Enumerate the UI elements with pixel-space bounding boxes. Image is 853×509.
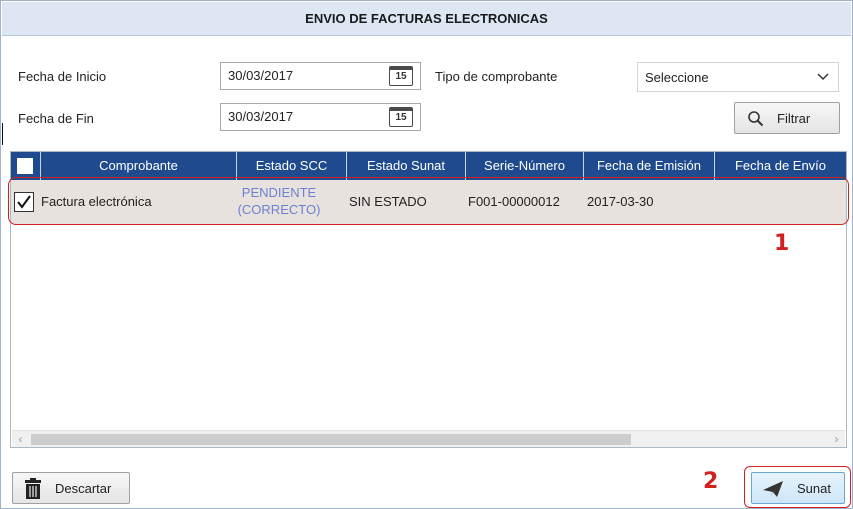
window-title: ENVIO DE FACTURAS ELECTRONICAS: [305, 11, 548, 26]
chevron-down-icon: [817, 73, 829, 81]
filter-button-label: Filtrar: [777, 111, 811, 126]
start-date-field[interactable]: 30/03/2017 15: [220, 62, 421, 90]
calendar-icon[interactable]: 15: [389, 107, 413, 127]
header-select-cell: [11, 152, 41, 180]
discard-button[interactable]: Descartar: [12, 472, 130, 504]
column-header-fecha-emision[interactable]: Fecha de Emisión: [584, 152, 715, 180]
row-highlight-annotation: [8, 177, 849, 225]
column-header-estado-sunat[interactable]: Estado Sunat: [347, 152, 466, 180]
select-all-checkbox[interactable]: [17, 158, 33, 174]
annotation-marker-2: 2: [703, 469, 719, 494]
end-date-label: Fecha de Fin: [18, 111, 94, 126]
grid-header: Comprobante Estado SCC Estado Sunat Seri…: [11, 152, 846, 180]
start-date-label: Fecha de Inicio: [18, 69, 107, 84]
column-header-serie-numero[interactable]: Serie-Número: [466, 152, 584, 180]
column-header-fecha-envio[interactable]: Fecha de Envío: [715, 152, 846, 180]
sunat-button[interactable]: Sunat: [751, 472, 845, 504]
text-cursor: [2, 123, 3, 145]
start-date-value: 30/03/2017: [228, 68, 294, 83]
trash-icon: [25, 478, 41, 499]
document-type-value: Seleccione: [645, 70, 709, 85]
calendar-icon[interactable]: 15: [389, 66, 413, 86]
end-date-value: 30/03/2017: [228, 109, 294, 124]
scroll-right-icon[interactable]: ›: [828, 431, 845, 448]
document-type-label: Tipo de comprobante: [435, 69, 558, 84]
document-type-select[interactable]: Seleccione: [637, 62, 839, 92]
paper-plane-icon: [763, 481, 783, 497]
annotation-marker-1: 1: [774, 231, 790, 256]
scrollbar-thumb[interactable]: [31, 434, 631, 445]
invoice-window: ENVIO DE FACTURAS ELECTRONICAS Fecha de …: [0, 0, 853, 509]
filter-button[interactable]: Filtrar: [734, 102, 840, 134]
discard-button-label: Descartar: [55, 481, 112, 496]
title-bar: ENVIO DE FACTURAS ELECTRONICAS: [2, 2, 851, 36]
sunat-button-label: Sunat: [797, 481, 831, 496]
search-icon: [748, 111, 764, 127]
horizontal-scrollbar[interactable]: ‹ ›: [12, 430, 845, 447]
end-date-field[interactable]: 30/03/2017 15: [220, 103, 421, 131]
scroll-left-icon[interactable]: ‹: [12, 431, 29, 448]
column-header-estado-scc[interactable]: Estado SCC: [237, 152, 347, 180]
column-header-comprobante[interactable]: Comprobante: [41, 152, 237, 180]
